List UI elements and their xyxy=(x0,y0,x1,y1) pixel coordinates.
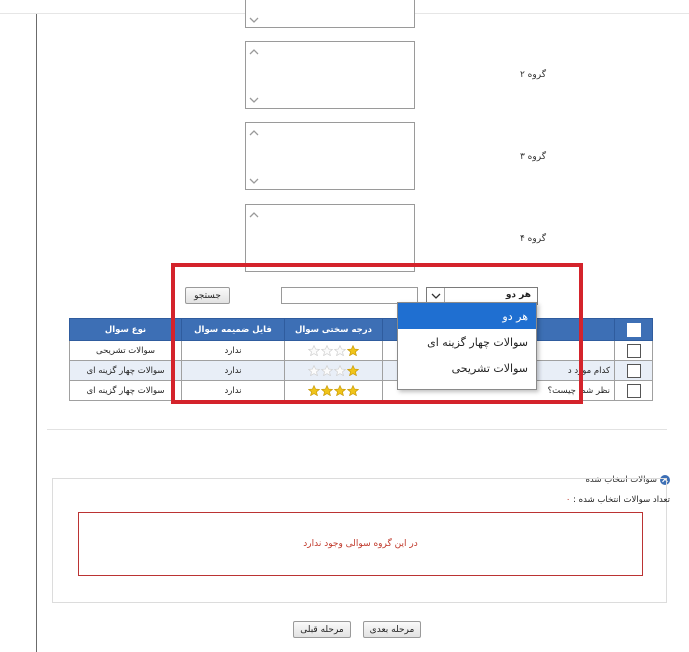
cell-select xyxy=(614,340,653,361)
scroll-up-icon[interactable] xyxy=(249,129,259,137)
row-checkbox[interactable] xyxy=(626,363,641,378)
next-step-button[interactable]: مرحله بعدی xyxy=(363,621,421,638)
group-3-label: گروه ۳ xyxy=(519,152,546,162)
column-header-type: نوع سوال xyxy=(69,318,182,341)
row-checkbox[interactable] xyxy=(626,343,641,358)
cell-type: سوالات چهار گزینه ای xyxy=(69,380,182,401)
cell-type: سوالات چهار گزینه ای xyxy=(69,360,182,381)
selected-count-row: تعداد سوالات انتخاب شده : ۰ xyxy=(540,495,670,505)
group-4-textarea[interactable] xyxy=(245,204,415,272)
scroll-down-icon[interactable] xyxy=(249,177,259,185)
selected-count-label: تعداد سوالات انتخاب شده : xyxy=(573,495,670,505)
section-divider xyxy=(47,429,667,430)
selected-count-value: ۰ xyxy=(565,495,571,505)
cell-select xyxy=(614,360,653,381)
scroll-down-icon[interactable] xyxy=(249,96,259,104)
cell-type: سوالات تشریحی xyxy=(69,340,182,361)
group-2-textarea[interactable] xyxy=(245,41,415,109)
prev-step-button[interactable]: مرحله قبلی xyxy=(293,621,351,638)
group-4-label: گروه ۴ xyxy=(519,234,546,244)
empty-group-message: در این گروه سوالی وجود ندارد xyxy=(78,512,643,576)
select-all-cell xyxy=(614,318,653,341)
group-1-textarea[interactable] xyxy=(245,0,415,28)
scroll-up-icon[interactable] xyxy=(249,48,259,56)
group-2-label: گروه ۲ xyxy=(519,70,546,80)
row-checkbox[interactable] xyxy=(626,383,641,398)
cell-select xyxy=(614,380,653,401)
group-3-textarea[interactable] xyxy=(245,122,415,190)
scroll-down-icon[interactable] xyxy=(249,16,259,24)
annotation-highlight-box xyxy=(171,263,583,404)
select-all-checkbox[interactable] xyxy=(626,322,641,337)
scroll-up-icon[interactable] xyxy=(249,211,259,219)
content-left-border xyxy=(36,14,37,652)
